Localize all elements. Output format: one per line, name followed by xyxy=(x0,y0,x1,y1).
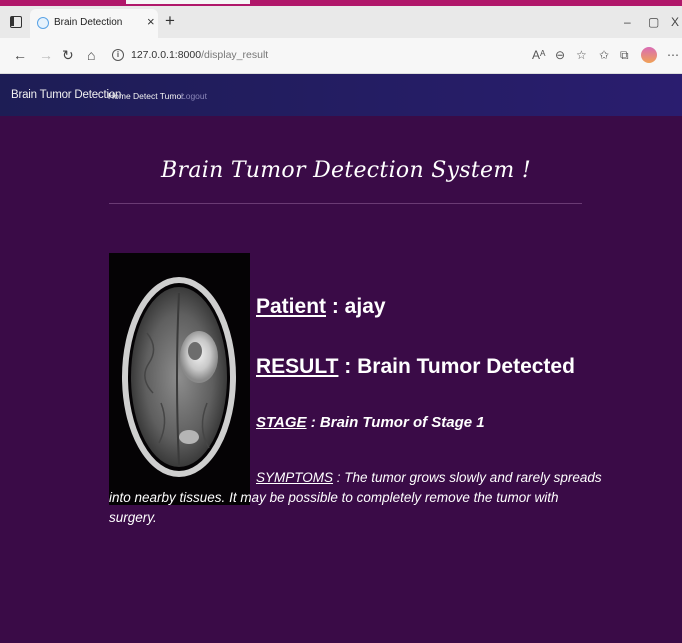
navbar-brand[interactable]: Brain Tumor Detection xyxy=(11,89,121,101)
back-arrow-icon[interactable]: ← xyxy=(13,47,27,63)
patient-label: Patient xyxy=(256,295,327,318)
close-window-icon[interactable]: X xyxy=(671,15,679,29)
symptoms-label: SYMPTOMS xyxy=(256,470,334,485)
url-field[interactable]: 127.0.0.1:8000/display_result xyxy=(131,49,268,61)
result-label: RESULT xyxy=(256,355,339,378)
stage-label: STAGE xyxy=(256,414,307,431)
favorites-icon[interactable]: ✩ xyxy=(599,48,609,62)
read-aloud-icon[interactable]: Aᴬ xyxy=(532,48,545,62)
page-title: Brain Tumor Detection System ! xyxy=(161,158,531,183)
main-content: Brain Tumor Detection System ! Patient:… xyxy=(0,116,682,643)
nav-link-detect-tumor[interactable]: Detect Tumor xyxy=(133,91,184,101)
result-line: RESULT : Brain Tumor Detected xyxy=(256,355,575,379)
symptoms-paragraph: SYMPTOMS : The tumor grows slowly and ra… xyxy=(109,468,609,528)
maximize-icon[interactable]: ▢ xyxy=(648,15,659,29)
tab-title: Brain Detection xyxy=(54,17,123,28)
address-bar: ← → ↻ ⌂ i 127.0.0.1:8000/display_result … xyxy=(0,38,682,74)
result-value: : Brain Tumor Detected xyxy=(338,355,575,378)
new-tab-icon[interactable]: + xyxy=(165,11,175,31)
url-host: 127.0.0.1:8000 xyxy=(131,49,202,61)
browser-tab[interactable]: Brain Detection × xyxy=(30,9,158,38)
tab-actions-icon[interactable] xyxy=(10,16,22,28)
zoom-icon[interactable]: ⊖ xyxy=(555,48,565,62)
url-path: /display_result xyxy=(201,49,269,61)
favorite-add-icon[interactable]: ☆ xyxy=(576,48,587,62)
patient-value: : ajay xyxy=(326,295,386,318)
home-icon[interactable]: ⌂ xyxy=(87,47,95,63)
refresh-icon[interactable]: ↻ xyxy=(62,47,74,64)
nav-link-logout[interactable]: Logout xyxy=(181,91,207,101)
more-icon[interactable]: ⋯ xyxy=(667,48,679,62)
site-navbar: Brain Tumor Detection Home Detect Tumor … xyxy=(0,74,682,116)
browser-tab-bar: Brain Detection × + – ▢ X xyxy=(0,6,682,38)
symptoms-value: : The tumor grows slowly and rarely spre… xyxy=(109,470,602,525)
profile-icon[interactable] xyxy=(641,47,657,63)
minimize-icon[interactable]: – xyxy=(624,15,631,29)
forward-arrow-icon[interactable]: → xyxy=(39,47,53,63)
stage-line: STAGE : Brain Tumor of Stage 1 xyxy=(256,414,485,431)
stage-value: : Brain Tumor of Stage 1 xyxy=(306,414,485,431)
tab-favicon-icon xyxy=(37,17,49,29)
title-divider xyxy=(109,203,582,204)
top-accent-tab xyxy=(126,0,250,4)
nav-link-home[interactable]: Home xyxy=(108,91,131,101)
collections-icon[interactable]: ⧉ xyxy=(620,48,629,63)
info-icon[interactable]: i xyxy=(112,49,124,61)
patient-line: Patient : ajay xyxy=(256,295,386,319)
tab-close-icon[interactable]: × xyxy=(147,14,155,29)
